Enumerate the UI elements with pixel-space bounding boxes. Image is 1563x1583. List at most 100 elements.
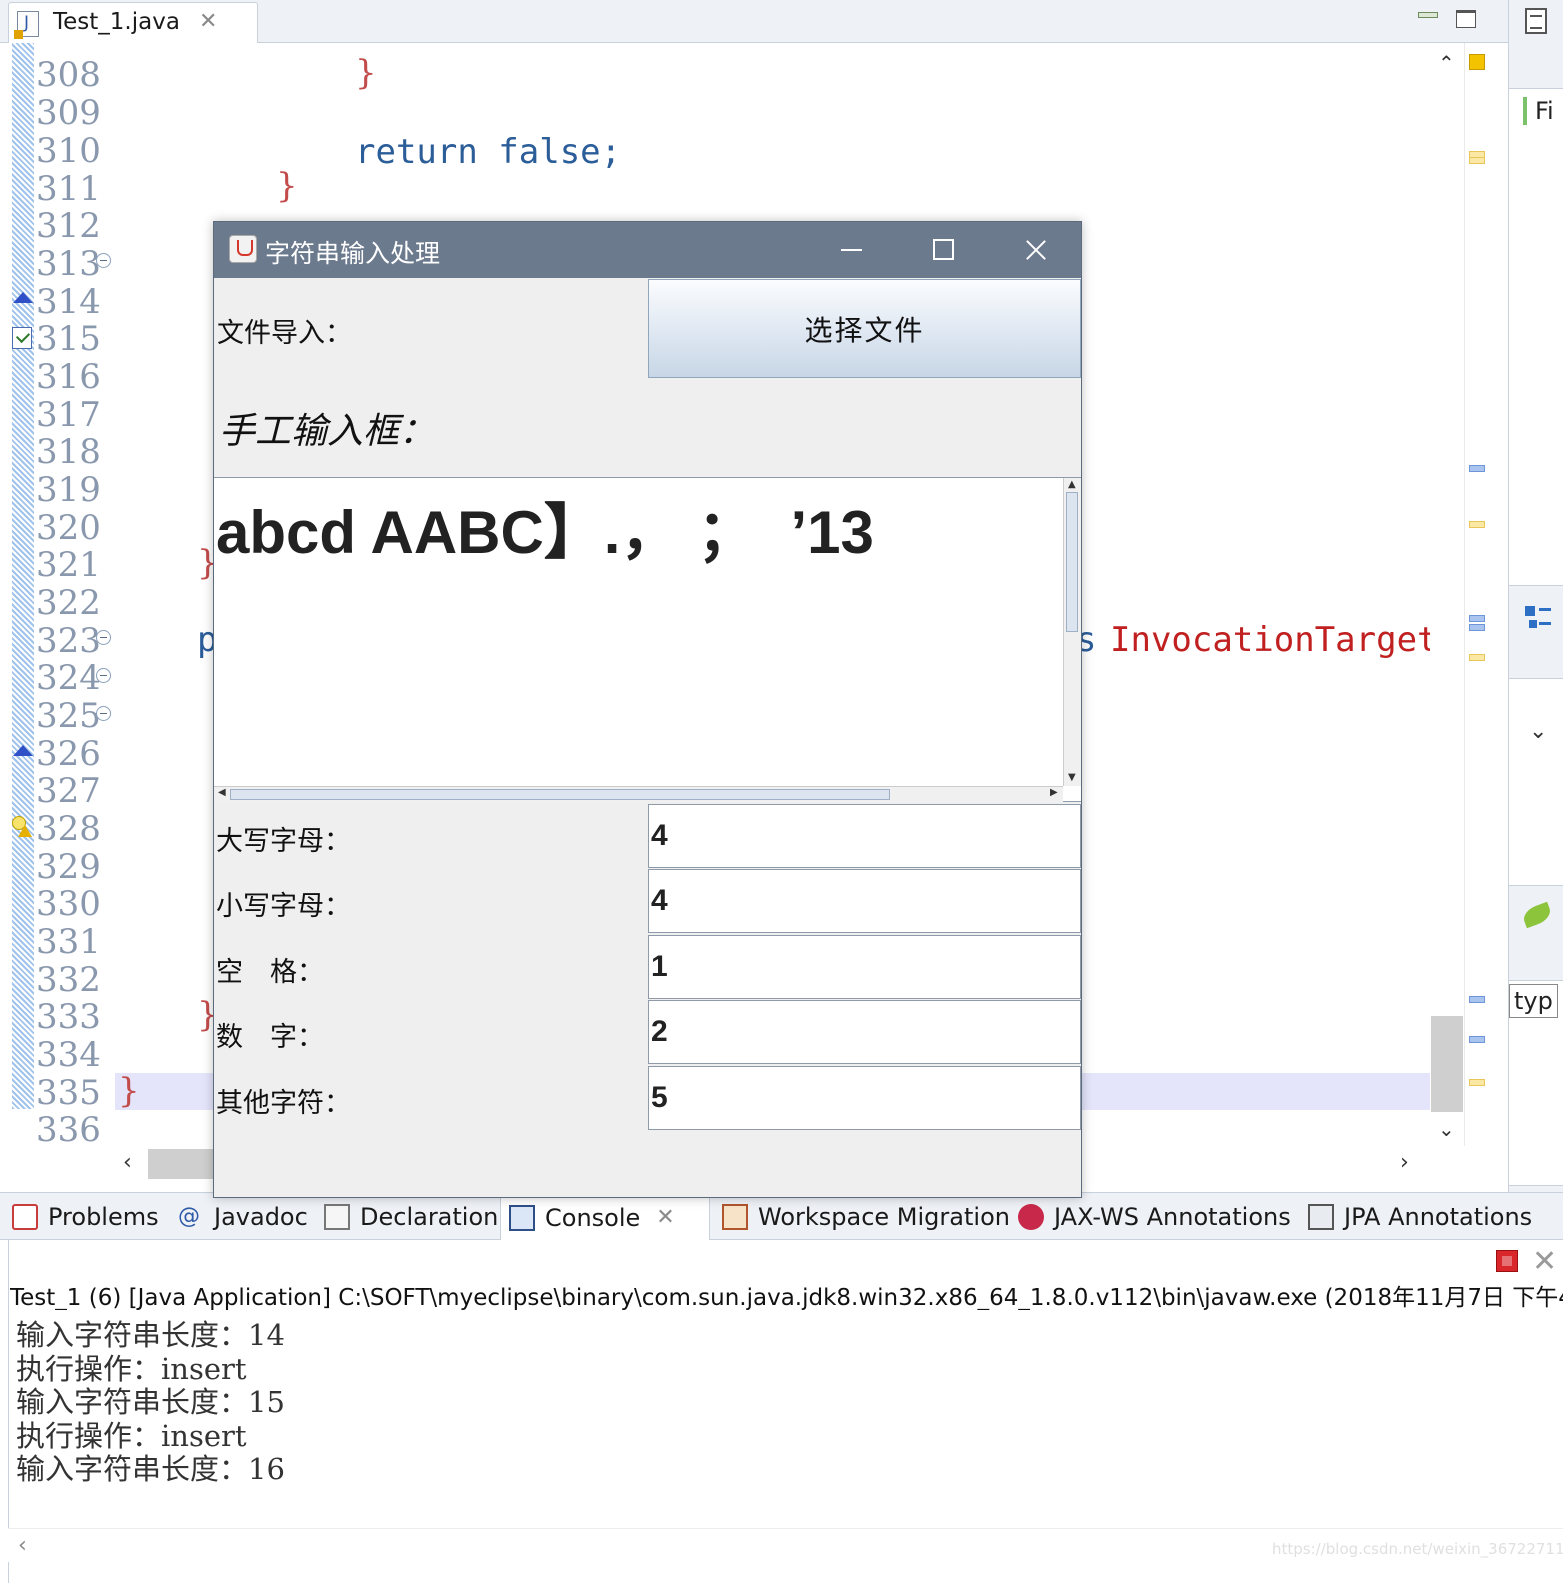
maximize-icon[interactable]: [1456, 10, 1476, 28]
right-view-middle[interactable]: ⌄: [1509, 678, 1563, 886]
tab-console[interactable]: Console ✕: [500, 1193, 710, 1241]
manual-input-text[interactable]: abcd AABC】.， ； ’13: [216, 484, 874, 571]
task-list-icon[interactable]: [1525, 8, 1547, 34]
line-number: 332: [36, 960, 101, 1000]
tab-label: JAX-WS Annotations: [1054, 1203, 1291, 1231]
overview-marker[interactable]: [1469, 654, 1485, 661]
overview-marker[interactable]: [1469, 157, 1485, 164]
line-number: 325: [36, 696, 101, 736]
line-number: 320: [36, 508, 101, 548]
tab-javadoc[interactable]: @ Javadoc: [178, 1193, 308, 1241]
line-number: 329: [36, 847, 101, 887]
digit-label: 数 字：: [216, 1022, 324, 1053]
fold-collapse-icon[interactable]: [96, 668, 111, 683]
fold-collapse-icon[interactable]: [96, 706, 111, 721]
close-icon[interactable]: [989, 222, 1081, 278]
remove-launch-icon[interactable]: ✕: [1532, 1244, 1557, 1279]
warning-bulb-icon[interactable]: [12, 816, 32, 838]
dialog-title-bar[interactable]: 字符串输入处理: [214, 222, 1081, 278]
line-number: 334: [36, 1035, 101, 1075]
declaration-icon: [324, 1204, 350, 1230]
line-number: 326: [36, 734, 101, 774]
right-view-top[interactable]: Fi: [1509, 88, 1563, 586]
maximize-icon[interactable]: [897, 222, 989, 278]
digit-count-field[interactable]: 2: [648, 1000, 1081, 1064]
close-icon[interactable]: ✕: [656, 1205, 674, 1230]
fold-collapse-icon[interactable]: [96, 630, 111, 645]
override-marker-icon[interactable]: [13, 292, 33, 303]
editor-tab-label: Test_1.java: [53, 9, 180, 35]
lowercase-count-field[interactable]: 4: [648, 869, 1081, 933]
choose-file-button[interactable]: 选择文件: [648, 279, 1081, 378]
line-number: 318: [36, 432, 101, 472]
overview-marker[interactable]: [1469, 615, 1485, 622]
scroll-thumb[interactable]: [148, 1149, 218, 1179]
overview-marker[interactable]: [1469, 521, 1485, 528]
editor-tab-test-1-java[interactable]: Test_1.java ✕: [8, 2, 258, 43]
overview-marker[interactable]: [1469, 465, 1485, 472]
chevron-down-icon[interactable]: ⌄: [1529, 719, 1547, 744]
string-input-dialog[interactable]: 字符串输入处理 文件导入： 选择文件 手工输入框： abcd AABC】.， ；…: [213, 221, 1082, 1198]
watermark: https://blog.csdn.net/weixin_36722711: [1272, 1540, 1563, 1558]
minimize-icon[interactable]: [805, 222, 897, 278]
scroll-thumb[interactable]: [1431, 1016, 1463, 1112]
scroll-right-icon[interactable]: ▶: [1050, 787, 1058, 798]
tab-jax-ws-annotations[interactable]: JAX-WS Annotations: [1018, 1193, 1291, 1241]
editor-vertical-scrollbar[interactable]: ⌃ ⌄: [1430, 43, 1464, 1146]
find-field-label[interactable]: Fi: [1523, 97, 1554, 125]
overview-marker[interactable]: [1469, 624, 1485, 631]
tab-problems[interactable]: Problems: [12, 1193, 159, 1241]
scroll-left-icon[interactable]: ◀: [218, 787, 226, 798]
overview-marker[interactable]: [1469, 1079, 1485, 1086]
scroll-right-icon[interactable]: ›: [1400, 1150, 1409, 1175]
line-number: 311: [36, 169, 101, 209]
uppercase-count-field[interactable]: 4: [648, 804, 1081, 868]
textarea-horizontal-scrollbar[interactable]: ◀ ▶: [214, 786, 1063, 802]
scroll-up-icon[interactable]: ⌃: [1438, 51, 1455, 75]
manual-input-textarea[interactable]: abcd AABC】.， ； ’13 ▲ ▼ ◀ ▶: [214, 477, 1081, 802]
bottom-view-tab-bar: Problems @ Javadoc Declaration Console ✕…: [0, 1192, 1563, 1241]
scroll-left-icon[interactable]: ‹: [18, 1533, 27, 1558]
jax-ws-icon: [1018, 1204, 1044, 1230]
space-count-field[interactable]: 1: [648, 935, 1081, 999]
overview-ruler[interactable]: [1464, 43, 1496, 1146]
line-number: 312: [36, 206, 101, 246]
overview-marker[interactable]: [1469, 996, 1485, 1003]
task-marker-icon[interactable]: [12, 327, 32, 349]
type-field[interactable]: typ: [1509, 984, 1558, 1018]
close-icon[interactable]: ✕: [199, 9, 217, 34]
at-sign-icon: @: [178, 1204, 200, 1229]
line-number: 314: [36, 282, 101, 322]
scroll-down-icon[interactable]: ⌄: [1438, 1117, 1455, 1141]
editor-tab-bar: Test_1.java ✕: [0, 0, 1508, 43]
uppercase-label: 大写字母：: [216, 826, 351, 857]
spring-leaf-icon[interactable]: [1520, 901, 1554, 929]
lowercase-label: 小写字母：: [216, 891, 351, 922]
override-marker-icon[interactable]: [13, 745, 33, 756]
console-icon: [509, 1204, 535, 1231]
right-side-panel: Fi ⌄ typ: [1508, 0, 1563, 1192]
textarea-vertical-scrollbar[interactable]: ▲ ▼: [1063, 478, 1081, 786]
migration-icon: [722, 1204, 748, 1230]
overview-marker[interactable]: [1469, 54, 1485, 70]
space-label: 空 格：: [216, 957, 324, 988]
tab-workspace-migration[interactable]: Workspace Migration: [722, 1193, 1010, 1241]
other-chars-count-field[interactable]: 5: [648, 1066, 1081, 1130]
minimize-icon[interactable]: [1418, 12, 1438, 18]
outline-icon[interactable]: [1525, 606, 1551, 632]
dialog-title: 字符串输入处理: [265, 239, 441, 268]
tab-jpa-annotations[interactable]: JPA Annotations: [1308, 1193, 1532, 1241]
overview-marker[interactable]: [1469, 1036, 1485, 1043]
tab-declaration[interactable]: Declaration: [324, 1193, 498, 1241]
scroll-up-icon[interactable]: ▲: [1068, 479, 1076, 490]
terminate-icon[interactable]: [1496, 1250, 1518, 1272]
tab-label: Declaration: [360, 1203, 499, 1231]
fold-collapse-icon[interactable]: [96, 253, 111, 268]
scroll-thumb[interactable]: [1066, 492, 1078, 632]
scroll-thumb[interactable]: [230, 789, 890, 800]
code-line-310: return false;: [355, 132, 622, 172]
scroll-left-icon[interactable]: ‹: [123, 1150, 132, 1175]
code-brace: }: [118, 1071, 140, 1111]
scroll-down-icon[interactable]: ▼: [1068, 772, 1076, 783]
right-view-bottom[interactable]: typ: [1509, 980, 1563, 1186]
